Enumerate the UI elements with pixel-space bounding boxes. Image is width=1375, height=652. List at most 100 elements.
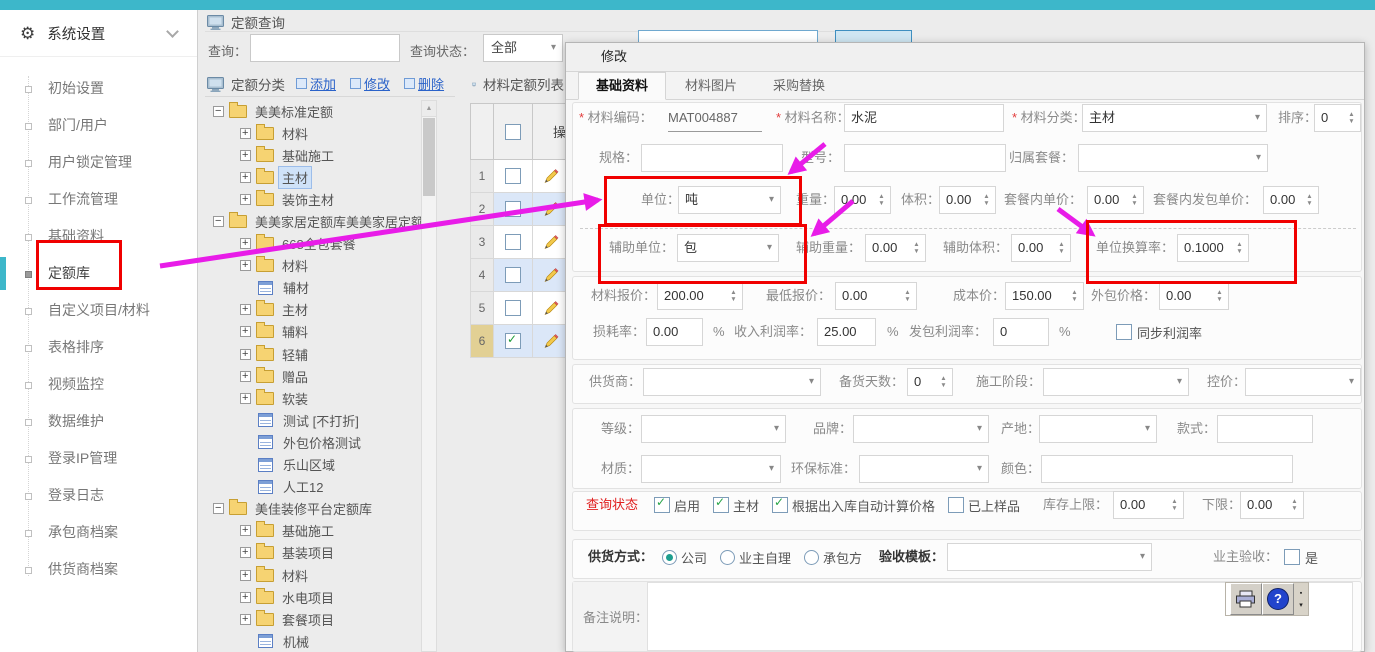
model-input[interactable]: [844, 144, 1006, 172]
tree-node[interactable]: 基础施工: [205, 520, 421, 542]
accept-tpl-select[interactable]: [947, 543, 1152, 571]
edit-pencil-icon[interactable]: [542, 333, 559, 350]
tab[interactable]: 基础资料: [578, 72, 666, 100]
tree-node[interactable]: 软装: [205, 387, 421, 409]
tree-expander-icon[interactable]: [213, 503, 224, 514]
search-input[interactable]: [250, 34, 400, 62]
sidebar-item[interactable]: 自定义项目/材料: [0, 292, 197, 329]
help-button[interactable]: [1262, 583, 1294, 615]
cost-spinner[interactable]: 150.00: [1005, 282, 1084, 310]
min-quote-spinner[interactable]: 0.00: [835, 282, 917, 310]
spec-input[interactable]: [641, 144, 783, 172]
up-down-arrows-icon[interactable]: [979, 188, 994, 212]
tree-node[interactable]: 主材: [205, 299, 421, 321]
tree-expander-icon[interactable]: [240, 393, 251, 404]
tree-node[interactable]: 基础施工: [205, 144, 421, 166]
color-input[interactable]: [1041, 455, 1293, 483]
tree-expander-icon[interactable]: [240, 260, 251, 271]
tree-node[interactable]: 外包价格测试: [205, 431, 421, 453]
brand-select[interactable]: [853, 415, 989, 443]
tree-node[interactable]: 668全包套餐: [205, 233, 421, 255]
print-button[interactable]: [1230, 583, 1262, 615]
tree-node[interactable]: 赠品: [205, 365, 421, 387]
up-down-arrows-icon[interactable]: [1067, 284, 1082, 308]
name-input[interactable]: 水泥: [844, 104, 1004, 132]
grade-select[interactable]: [641, 415, 786, 443]
category-action-link[interactable]: 添加: [296, 74, 336, 93]
stock-days-spinner[interactable]: 0: [907, 368, 953, 396]
category-select[interactable]: 主材: [1082, 104, 1267, 132]
tree-node[interactable]: 水电项目: [205, 586, 421, 608]
up-down-arrows-icon[interactable]: [936, 370, 951, 394]
up-down-arrows-icon[interactable]: [874, 188, 889, 212]
package-select[interactable]: [1078, 144, 1268, 172]
status-checkbox[interactable]: [654, 497, 670, 513]
sidebar-item[interactable]: 部门/用户: [0, 107, 197, 144]
aux-weight-spinner[interactable]: 0.00: [865, 234, 926, 262]
tree-expander-icon[interactable]: [213, 106, 224, 117]
row-checkbox[interactable]: [505, 267, 521, 283]
status-checkbox[interactable]: [713, 497, 729, 513]
tree-node[interactable]: 辅材: [205, 277, 421, 299]
sidebar-header[interactable]: 系统设置: [0, 10, 197, 57]
supply-mode-radio[interactable]: [662, 550, 677, 565]
material-select[interactable]: [641, 455, 781, 483]
tree-expander-icon[interactable]: [240, 304, 251, 315]
out-price-spinner[interactable]: 0.00: [1159, 282, 1229, 310]
tab[interactable]: 采购替换: [756, 73, 842, 99]
tree-node[interactable]: 材料: [205, 564, 421, 586]
sidebar-item[interactable]: 供货商档案: [0, 551, 197, 588]
tree-expander-icon[interactable]: [240, 525, 251, 536]
up-down-arrows-icon[interactable]: [1212, 284, 1227, 308]
up-down-arrows-icon[interactable]: [1054, 236, 1069, 260]
row-checkbox[interactable]: [505, 201, 521, 217]
supply-mode-radio[interactable]: [720, 550, 735, 565]
origin-select[interactable]: [1039, 415, 1157, 443]
sidebar-item[interactable]: 承包商档案: [0, 514, 197, 551]
tree-expander-icon[interactable]: [240, 371, 251, 382]
tree-node[interactable]: 套餐项目: [205, 608, 421, 630]
income-profit-input[interactable]: 25.00: [817, 318, 876, 346]
scroll-up-icon[interactable]: [422, 101, 436, 117]
category-action-link[interactable]: 删除: [404, 74, 444, 93]
tree-expander-icon[interactable]: [240, 614, 251, 625]
supplier-select[interactable]: [643, 368, 821, 396]
fb-profit-input[interactable]: 0: [993, 318, 1049, 346]
sidebar-item[interactable]: 视频监控: [0, 366, 197, 403]
sidebar-item[interactable]: 用户锁定管理: [0, 144, 197, 181]
tree-node[interactable]: 基装项目: [205, 542, 421, 564]
sync-profit-checkbox[interactable]: [1116, 324, 1132, 340]
tree-node[interactable]: 乐山区域: [205, 454, 421, 476]
aux-unit-select[interactable]: 包: [677, 234, 779, 262]
tree-node[interactable]: 装饰主材: [205, 188, 421, 210]
tree-expander-icon[interactable]: [240, 150, 251, 161]
pkg-price-spinner[interactable]: 0.00: [1087, 186, 1144, 214]
tree-node[interactable]: 材料: [205, 255, 421, 277]
category-action-link[interactable]: 修改: [350, 74, 390, 93]
tree-node[interactable]: 机械: [205, 630, 421, 652]
edit-pencil-icon[interactable]: [542, 234, 559, 251]
sidebar-item[interactable]: 基础资料: [0, 218, 197, 255]
sidebar-item[interactable]: 登录日志: [0, 477, 197, 514]
tree-node[interactable]: 美美家居定额库美美家居定额: [205, 210, 421, 232]
toolbar-collapse-icon[interactable]: [1294, 583, 1308, 615]
weight-spinner[interactable]: 0.00: [834, 186, 891, 214]
up-down-arrows-icon[interactable]: [1127, 188, 1142, 212]
stock-upper-spinner[interactable]: 0.00: [1113, 491, 1184, 519]
tree-expander-icon[interactable]: [213, 216, 224, 227]
tree-expander-icon[interactable]: [240, 547, 251, 558]
sort-spinner[interactable]: 0: [1314, 104, 1361, 132]
quote-spinner[interactable]: 200.00: [657, 282, 743, 310]
tree-expander-icon[interactable]: [240, 592, 251, 603]
owner-accept-checkbox[interactable]: [1284, 549, 1300, 565]
edit-pencil-icon[interactable]: [542, 300, 559, 317]
row-checkbox[interactable]: [505, 333, 521, 349]
stock-lower-spinner[interactable]: 0.00: [1240, 491, 1304, 519]
up-down-arrows-icon[interactable]: [1232, 236, 1247, 260]
up-down-arrows-icon[interactable]: [1302, 188, 1317, 212]
tree-node[interactable]: 轻辅: [205, 343, 421, 365]
tree-expander-icon[interactable]: [240, 128, 251, 139]
up-down-arrows-icon[interactable]: [1287, 493, 1302, 517]
pkg-fb-price-spinner[interactable]: 0.00: [1263, 186, 1319, 214]
tree-scrollbar[interactable]: [421, 100, 437, 652]
